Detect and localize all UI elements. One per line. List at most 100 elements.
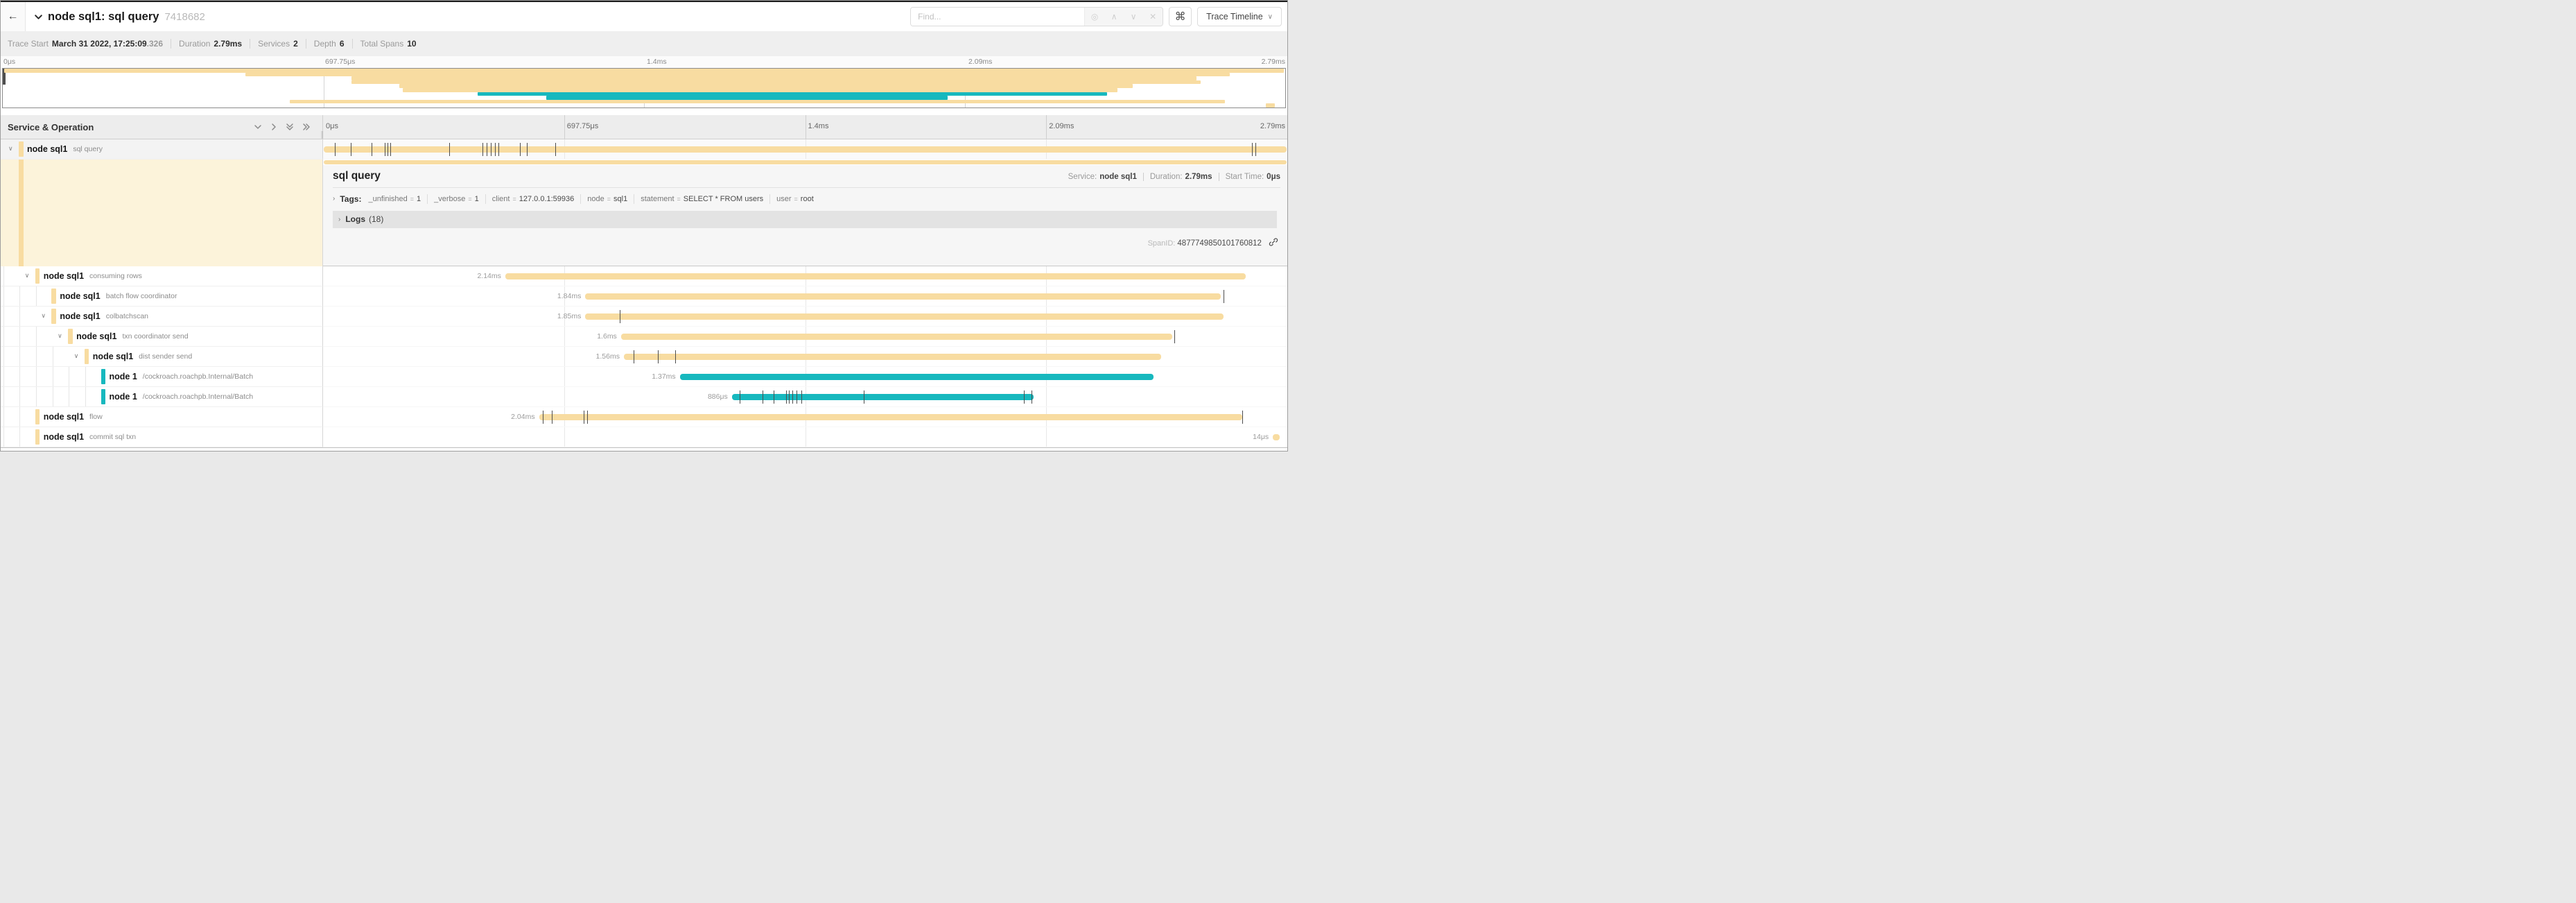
span-bar[interactable] (732, 394, 1034, 400)
span-bar-cell[interactable] (323, 139, 1287, 160)
span-bar-cell[interactable]: 2.14ms (323, 266, 1287, 286)
span-row: node sql1flow2.04ms (1, 407, 1287, 427)
operation-name: sql query (73, 145, 103, 153)
span-name-cell[interactable]: node sql1flow (1, 407, 323, 427)
span-name-cell[interactable]: node 1/cockroach.roachpb.Internal/Batch (1, 387, 323, 407)
logs-row[interactable]: › Logs (18) (333, 211, 1277, 228)
column-resize-handle[interactable]: ║ (320, 131, 325, 138)
expander-chevron-down-icon[interactable]: ∨ (41, 312, 46, 320)
locate-icon[interactable]: ◎ (1085, 8, 1104, 26)
span-duration-label: 1.56ms (323, 347, 620, 367)
service-color-bar (51, 309, 56, 324)
summary-value: 6 (340, 39, 345, 49)
divider (352, 39, 353, 49)
tag-item[interactable]: statement=SELECT * FROM users (641, 195, 763, 203)
span-bar-cell[interactable]: 1.85ms (323, 307, 1287, 327)
span-bar-cell[interactable]: 1.56ms (323, 347, 1287, 367)
span-bar[interactable] (621, 334, 1173, 340)
span-bar[interactable] (505, 273, 1246, 280)
indent-guide (36, 367, 37, 386)
span-row: ∨node sql1consuming rows2.14ms (1, 266, 1287, 286)
expander-chevron-down-icon[interactable]: ∨ (25, 272, 30, 280)
detail-row-bar-left (1, 160, 323, 165)
page-title: node sql1: sql query (48, 10, 159, 24)
back-button[interactable]: ← (1, 2, 26, 31)
copy-link-icon[interactable] (1269, 241, 1278, 249)
collapse-trace-chevron-icon[interactable] (34, 12, 43, 22)
detail-row-bar (1, 160, 1287, 165)
span-row: ∨ node sql1 sql query (1, 139, 1287, 160)
service-color-bar (19, 160, 24, 165)
log-tick (792, 390, 793, 404)
indent-guide (3, 266, 4, 286)
tag-item[interactable]: client=127.0.0.1:59936 (492, 195, 574, 203)
operation-name: /cockroach.roachpb.Internal/Batch (143, 372, 253, 381)
span-name-cell[interactable]: ∨node sql1consuming rows (1, 266, 323, 286)
span-bar-cell[interactable]: 1.37ms (323, 367, 1287, 387)
span-id-value: 4877749850101760812 (1177, 239, 1262, 248)
span-bar[interactable] (585, 293, 1221, 300)
summary-value: 10 (407, 39, 416, 49)
span-bar-cell[interactable]: 2.04ms (323, 407, 1287, 427)
minimap-span-bar (403, 88, 1117, 92)
span-name-cell[interactable]: node 1/cockroach.roachpb.Internal/Batch (1, 367, 323, 387)
span-bar[interactable] (1273, 434, 1280, 440)
span-bar-cell[interactable]: 1.6ms (323, 327, 1287, 347)
service-name: node sql1 (27, 144, 67, 154)
service-color-bar (101, 369, 106, 384)
tag-item[interactable]: user=root (776, 195, 814, 203)
expander-chevron-down-icon[interactable]: ∨ (8, 145, 13, 153)
span-name-cell[interactable]: ∨node sql1colbatchscan (1, 307, 323, 327)
indent-guide (19, 387, 20, 406)
selected-span-bar[interactable] (324, 160, 1286, 164)
trace-id: 7418682 (164, 11, 204, 23)
tag-key: statement (641, 195, 674, 203)
span-bar[interactable] (680, 374, 1154, 380)
tag-item[interactable]: node=sql1 (587, 195, 627, 203)
axis-tick-label: 2.09ms (968, 58, 992, 66)
trace-view-selector[interactable]: Trace Timeline ∨ (1197, 7, 1282, 26)
span-detail-meta: Service:node sql1 Duration:2.79ms Start … (1068, 173, 1280, 181)
span-bar[interactable] (539, 414, 1242, 420)
span-row: ∨node sql1colbatchscan1.85ms (1, 307, 1287, 327)
span-bar[interactable] (324, 146, 1286, 153)
span-name-cell[interactable]: ∨node sql1dist sender send (1, 347, 323, 367)
expander-chevron-down-icon[interactable]: ∨ (58, 332, 62, 340)
service-name: node sql1 (76, 332, 116, 341)
prev-result-icon[interactable]: ∧ (1104, 8, 1124, 26)
indent-guide (19, 427, 20, 447)
span-detail-row: sql query Service:node sql1 Duration:2.7… (1, 165, 1287, 266)
span-bar-cell[interactable]: 1.84ms (323, 286, 1287, 307)
indent-guide (19, 307, 20, 326)
tag-key: client (492, 195, 510, 203)
span-bar[interactable] (585, 313, 1224, 320)
service-color-bar (19, 165, 24, 266)
tag-item[interactable]: _verbose=1 (434, 195, 479, 203)
expander-chevron-down-icon[interactable]: ∨ (74, 352, 79, 360)
log-tick (675, 350, 676, 363)
indent-guide (19, 367, 20, 386)
span-name-cell[interactable]: node sql1commit sql txn (1, 427, 323, 447)
span-name-cell[interactable]: ∨ node sql1 sql query (1, 139, 323, 160)
collapse-one-icon[interactable] (254, 123, 262, 131)
keyboard-shortcuts-button[interactable]: ⌘ (1169, 7, 1192, 26)
span-name-cell[interactable]: ∨node sql1txn coordinator send (1, 327, 323, 347)
clear-find-icon[interactable]: ✕ (1143, 8, 1163, 26)
span-bar-cell[interactable]: 886μs (323, 387, 1287, 407)
span-bar[interactable] (624, 354, 1161, 360)
expand-all-icon[interactable] (302, 123, 311, 131)
divider (769, 194, 770, 204)
next-result-icon[interactable]: ∨ (1124, 8, 1143, 26)
chevron-right-icon: › (338, 216, 340, 223)
expand-one-icon[interactable] (270, 123, 278, 131)
span-name-cell[interactable]: node sql1batch flow coordinator (1, 286, 323, 307)
start-time-label: Start Time: (1226, 173, 1264, 181)
span-bar-cell[interactable]: 14μs (323, 427, 1287, 447)
tags-label: Tags: (340, 194, 361, 204)
tag-item[interactable]: _unfinished=1 (368, 195, 421, 203)
find-input[interactable] (911, 8, 1084, 26)
collapse-all-icon[interactable] (286, 122, 294, 132)
trace-minimap[interactable] (2, 68, 1286, 108)
tags-row[interactable]: › Tags: _unfinished=1_verbose=1client=12… (333, 194, 1280, 204)
equals-sign: = (607, 196, 611, 203)
